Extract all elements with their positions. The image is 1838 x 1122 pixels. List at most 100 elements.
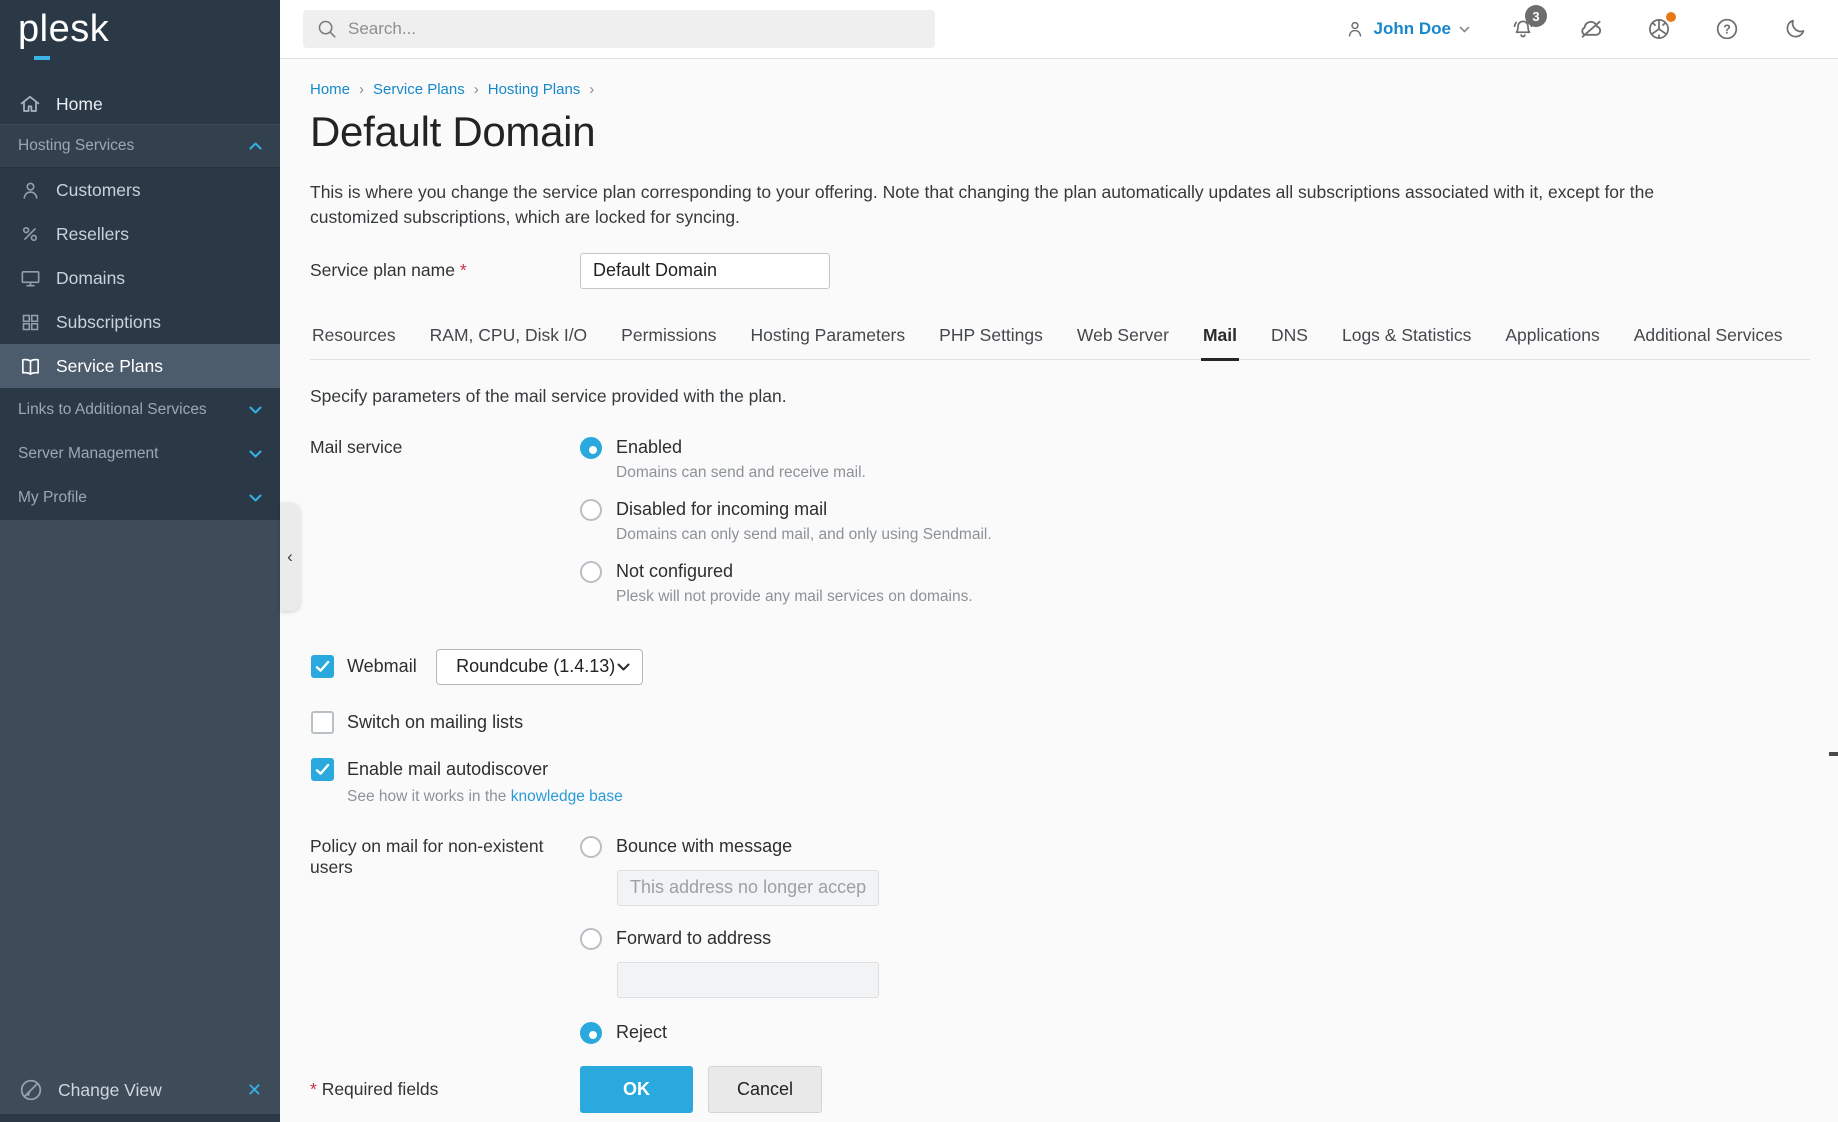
radio-label[interactable]: Forward to address <box>616 928 771 949</box>
radio-label[interactable]: Reject <box>616 1022 667 1043</box>
help-button[interactable]: ? <box>1712 14 1742 44</box>
sidebar-section-hosting-services[interactable]: Hosting Services <box>0 124 280 168</box>
webmail-select[interactable]: Roundcube (1.4.13) <box>436 649 643 685</box>
tab-applications[interactable]: Applications <box>1503 325 1601 359</box>
sidebar-item-subscriptions[interactable]: Subscriptions <box>0 300 280 344</box>
sidebar-item-label: Resellers <box>56 224 129 245</box>
radio-reject[interactable] <box>580 1022 602 1044</box>
domains-icon <box>18 266 42 290</box>
chevron-down-icon <box>249 494 262 502</box>
search-box[interactable] <box>303 10 935 48</box>
knowledge-base-link[interactable]: knowledge base <box>511 788 623 805</box>
cancel-button[interactable]: Cancel <box>708 1066 822 1113</box>
webmail-label[interactable]: Webmail <box>347 656 417 677</box>
scrollbar-thumb[interactable] <box>1829 752 1838 756</box>
radio-forward[interactable] <box>580 928 602 950</box>
close-icon[interactable]: ✕ <box>247 1080 262 1101</box>
sidebar-item-label: Customers <box>56 180 141 201</box>
tab-permissions[interactable]: Permissions <box>619 325 718 359</box>
sidebar-item-service-plans[interactable]: Service Plans <box>0 344 280 388</box>
tab-ram-cpu-disk[interactable]: RAM, CPU, Disk I/O <box>428 325 590 359</box>
sidebar-bottom-strip <box>0 1114 280 1122</box>
breadcrumb: Home › Service Plans › Hosting Plans › <box>310 81 1810 98</box>
cloud-off-icon[interactable] <box>1576 14 1606 44</box>
tab-additional-services[interactable]: Additional Services <box>1632 325 1785 359</box>
tab-web-server[interactable]: Web Server <box>1075 325 1171 359</box>
autodiscover-row: Enable mail autodiscover <box>310 758 1810 781</box>
radio-description: Domains can send and receive mail. <box>616 464 992 482</box>
mailing-lists-checkbox[interactable] <box>311 711 334 734</box>
radio-description: Domains can only send mail, and only usi… <box>616 526 992 544</box>
breadcrumb-home[interactable]: Home <box>310 81 350 98</box>
notifications-button[interactable]: 3 <box>1508 14 1538 44</box>
radio-not-configured[interactable] <box>580 561 602 583</box>
collapse-chevron-icon: ‹ <box>287 547 293 567</box>
user-menu[interactable]: John Doe <box>1344 18 1470 40</box>
tab-dns[interactable]: DNS <box>1269 325 1310 359</box>
webmail-checkbox[interactable] <box>311 655 334 678</box>
tab-php-settings[interactable]: PHP Settings <box>937 325 1045 359</box>
header-icons: John Doe 3 ? <box>1344 14 1838 44</box>
tab-resources[interactable]: Resources <box>310 325 398 359</box>
notification-badge: 3 <box>1525 5 1547 27</box>
policy-option-forward: Forward to address <box>580 928 879 998</box>
radio-bounce[interactable] <box>580 836 602 858</box>
radio-enabled[interactable] <box>580 437 602 459</box>
policy-option-reject: Reject <box>580 1022 879 1044</box>
mailing-lists-row: Switch on mailing lists <box>310 711 1810 734</box>
radio-label[interactable]: Not configured <box>616 561 733 582</box>
main-area: John Doe 3 ? <box>280 0 1838 1122</box>
radio-disabled-incoming[interactable] <box>580 499 602 521</box>
mail-service-row: Mail service Enabled Domains can send an… <box>310 437 1810 623</box>
required-asterisk: * <box>310 1079 317 1099</box>
breadcrumb-separator-icon: › <box>474 81 479 98</box>
sidebar-item-customers[interactable]: Customers <box>0 168 280 212</box>
tab-mail[interactable]: Mail <box>1201 325 1239 361</box>
breadcrumb-hosting-plans[interactable]: Hosting Plans <box>488 81 581 98</box>
sidebar-section-links-additional-services[interactable]: Links to Additional Services <box>0 388 280 432</box>
tab-logs-statistics[interactable]: Logs & Statistics <box>1340 325 1473 359</box>
page-content: Home › Service Plans › Hosting Plans › D… <box>280 59 1838 1113</box>
sidebar-section-label: Hosting Services <box>18 137 134 155</box>
mail-intro: Specify parameters of the mail service p… <box>310 386 1810 407</box>
change-view-button[interactable]: Change View ✕ <box>0 1066 280 1114</box>
chevron-down-icon <box>617 663 630 671</box>
breadcrumb-separator-icon: › <box>359 81 364 98</box>
sidebar-section-label: My Profile <box>18 489 87 507</box>
tab-hosting-parameters[interactable]: Hosting Parameters <box>748 325 907 359</box>
autodiscover-checkbox[interactable] <box>311 758 334 781</box>
ok-button[interactable]: OK <box>580 1066 693 1113</box>
policy-label: Policy on mail for non-existent users <box>310 836 580 1044</box>
radio-label[interactable]: Disabled for incoming mail <box>616 499 827 520</box>
mailing-lists-label[interactable]: Switch on mailing lists <box>347 712 523 733</box>
extensions-button[interactable] <box>1644 14 1674 44</box>
chevron-up-icon <box>249 142 262 150</box>
sidebar-item-label: Home <box>56 94 103 115</box>
autodiscover-label[interactable]: Enable mail autodiscover <box>347 759 548 780</box>
page-title: Default Domain <box>310 108 1810 156</box>
sidebar-item-domains[interactable]: Domains <box>0 256 280 300</box>
required-asterisk: * <box>460 260 467 280</box>
radio-label[interactable]: Enabled <box>616 437 682 458</box>
sidebar: plesk Home Hosting Services Customers <box>0 0 280 1122</box>
subscriptions-icon <box>18 310 42 334</box>
sidebar-collapse-handle[interactable]: ‹ <box>280 503 300 611</box>
radio-label[interactable]: Bounce with message <box>616 836 792 857</box>
user-name: John Doe <box>1374 19 1451 39</box>
customers-icon <box>18 178 42 202</box>
sidebar-item-resellers[interactable]: Resellers <box>0 212 280 256</box>
change-view-icon <box>18 1077 44 1103</box>
plan-name-input[interactable] <box>580 253 830 289</box>
sidebar-item-home[interactable]: Home <box>0 84 280 124</box>
plesk-logo[interactable]: plesk <box>0 0 280 84</box>
topbar: John Doe 3 ? <box>280 0 1838 59</box>
sidebar-item-label: Subscriptions <box>56 312 161 333</box>
sidebar-section-server-management[interactable]: Server Management <box>0 432 280 476</box>
search-input[interactable] <box>348 19 922 39</box>
sidebar-section-my-profile[interactable]: My Profile <box>0 476 280 520</box>
dark-mode-toggle[interactable] <box>1780 14 1810 44</box>
breadcrumb-service-plans[interactable]: Service Plans <box>373 81 465 98</box>
mail-service-label: Mail service <box>310 437 580 623</box>
breadcrumb-separator-icon: › <box>589 81 594 98</box>
change-view-label: Change View <box>58 1080 162 1101</box>
